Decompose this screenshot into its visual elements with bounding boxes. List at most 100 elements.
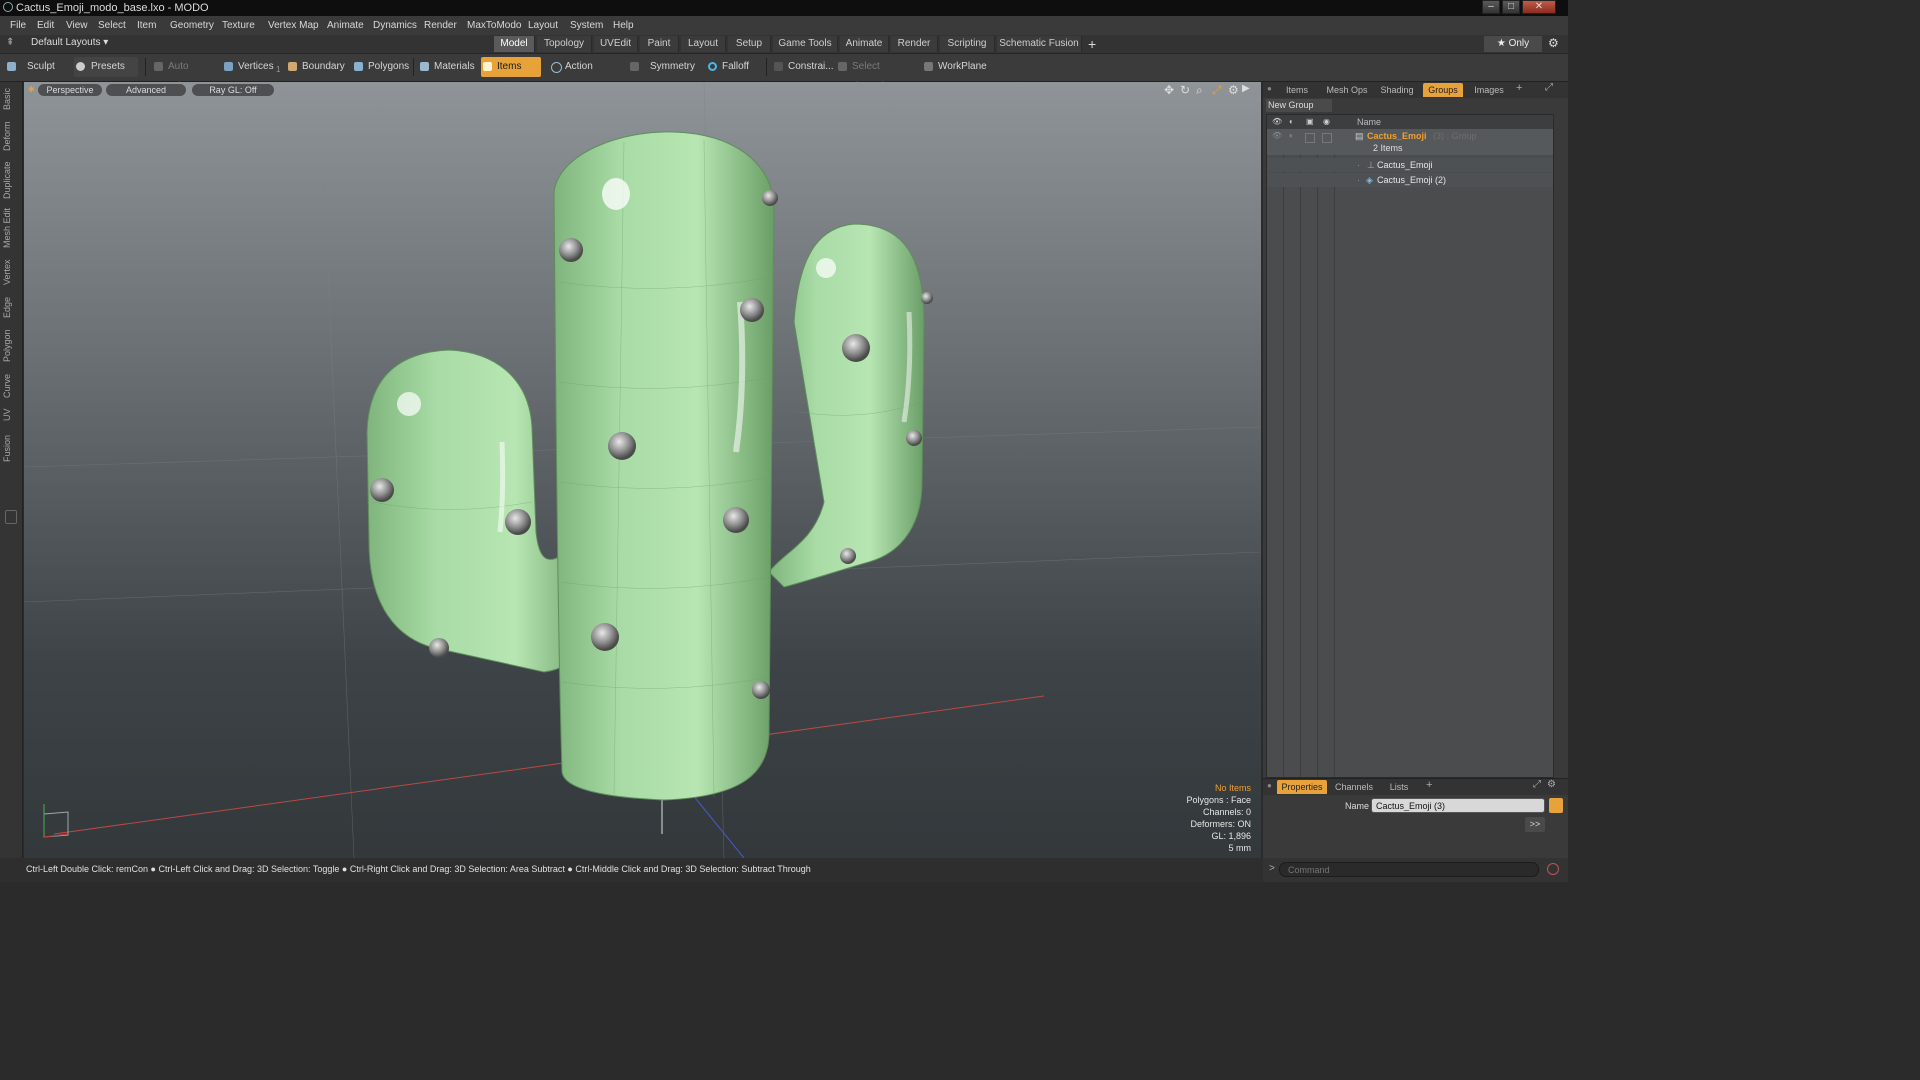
group-render-icon[interactable]: ◐	[1289, 129, 1294, 143]
tab-images[interactable]: Images	[1469, 83, 1509, 97]
tab-schematic-fusion[interactable]: Schematic Fusion	[997, 36, 1082, 52]
tab-topology[interactable]: Topology	[537, 36, 592, 52]
polygons-button[interactable]: Polygons	[352, 57, 410, 77]
add-props-tab-button[interactable]: +	[1426, 779, 1432, 791]
group-visibility-icon[interactable]: 👁	[1272, 129, 1282, 143]
menu-view[interactable]: View	[66, 16, 88, 35]
group-select-checkbox[interactable]	[1322, 133, 1332, 143]
constrain-button[interactable]: Constrai...	[772, 57, 834, 77]
fit-icon[interactable]: ⤢	[1212, 83, 1222, 98]
menu-dynamics[interactable]: Dynamics	[373, 16, 417, 35]
name-field[interactable]	[1371, 798, 1545, 813]
tab-fusion[interactable]: Fusion	[2, 430, 18, 466]
menu-layout[interactable]: Layout	[528, 16, 558, 35]
tab-lists[interactable]: Lists	[1381, 780, 1417, 794]
add-panel-tab-button[interactable]: +	[1516, 82, 1522, 94]
minimize-button[interactable]: ‒	[1482, 0, 1500, 14]
name-field-color-swatch[interactable]	[1549, 798, 1563, 813]
raygl-button[interactable]: Ray GL: Off	[192, 84, 274, 96]
boundary-button[interactable]: Boundary	[286, 57, 346, 77]
zoom-icon[interactable]: ⌕	[1196, 83, 1203, 98]
menu-maxtomodo[interactable]: MaxToModo	[467, 16, 521, 35]
name-column-header[interactable]: Name	[1357, 115, 1381, 129]
props-gear-icon[interactable]: ⚙	[1547, 779, 1556, 790]
layout-selector[interactable]: Default Layouts ▾	[31, 37, 108, 48]
tab-shading[interactable]: Shading	[1375, 83, 1419, 97]
rotate-icon[interactable]: ↻	[1180, 83, 1190, 97]
tab-layout[interactable]: Layout	[681, 36, 726, 52]
menu-item[interactable]: Item	[137, 16, 156, 35]
materials-button[interactable]: Materials	[418, 57, 476, 77]
tab-vertex[interactable]: Vertex	[2, 256, 18, 288]
new-group-button[interactable]: New Group	[1266, 99, 1332, 112]
view-mode-button[interactable]: Perspective	[38, 84, 102, 96]
tab-model[interactable]: Model	[494, 36, 535, 52]
group-child-row[interactable]: · ◈ Cactus_Emoji (2)	[1267, 173, 1553, 187]
workplane-button[interactable]: WorkPlane	[922, 57, 987, 77]
strip-toggle-button[interactable]	[5, 510, 17, 524]
tab-polygon[interactable]: Polygon	[2, 326, 18, 366]
tab-mesh-edit[interactable]: Mesh Edit	[2, 206, 18, 250]
tab-mesh-ops[interactable]: Mesh Ops	[1323, 83, 1371, 97]
menu-vertex-map[interactable]: Vertex Map	[268, 16, 319, 35]
viewport-menu-icon[interactable]: ✱	[28, 85, 35, 94]
select-through-button[interactable]: Select Through	[836, 57, 916, 92]
lock-column-icon[interactable]: ▣	[1306, 115, 1314, 129]
tab-animate[interactable]: Animate	[840, 36, 889, 52]
only-toggle[interactable]: ★ Only	[1484, 36, 1542, 52]
groups-tree[interactable]: 👁 ◐ ▣ ◉ Name 👁 ◐ ▤ Cactus_Emoji (3) : Gr…	[1266, 114, 1554, 778]
group-child-row[interactable]: · ⊥ Cactus_Emoji	[1267, 158, 1553, 172]
visibility-column-icon[interactable]: 👁	[1272, 115, 1282, 129]
props-menu-icon[interactable]: ●	[1267, 781, 1272, 790]
tab-duplicate[interactable]: Duplicate	[2, 160, 18, 200]
viewport-expand-icon[interactable]: ▶	[1242, 83, 1250, 94]
sculpt-button[interactable]: Sculpt	[5, 57, 67, 77]
tab-edge[interactable]: Edge	[2, 294, 18, 320]
tab-channels[interactable]: Channels	[1331, 780, 1377, 794]
menu-help[interactable]: Help	[613, 16, 634, 35]
scene-canvas[interactable]	[24, 82, 1261, 858]
tab-render[interactable]: Render	[891, 36, 938, 52]
maximize-button[interactable]: □	[1502, 0, 1520, 14]
menu-select[interactable]: Select	[98, 16, 126, 35]
action-center-button[interactable]: Action Center	[549, 57, 623, 92]
group-lock-checkbox[interactable]	[1305, 133, 1315, 143]
menu-file[interactable]: File	[10, 16, 26, 35]
tab-items[interactable]: Items	[1277, 83, 1317, 97]
3d-viewport[interactable]: Perspective Advanced Ray GL: Off ✱ ✥ ↻ ⌕…	[24, 82, 1261, 858]
tab-curve[interactable]: Curve	[2, 372, 18, 400]
expand-properties-button[interactable]: >>	[1525, 817, 1545, 832]
tab-uvedit[interactable]: UVEdit	[594, 36, 638, 52]
vertices-button[interactable]: Vertices	[222, 57, 278, 77]
tab-paint[interactable]: Paint	[640, 36, 679, 52]
menu-geometry[interactable]: Geometry	[170, 16, 214, 35]
panel-menu-icon[interactable]: ●	[1267, 84, 1272, 93]
gear-icon[interactable]: ⚙	[1548, 36, 1559, 50]
tab-scripting[interactable]: Scripting	[940, 36, 995, 52]
auto-select-button[interactable]: Auto Select	[152, 57, 216, 92]
group-row[interactable]: 👁 ◐ ▤ Cactus_Emoji (3) : Group 2 Items	[1267, 129, 1553, 155]
tab-properties[interactable]: Properties	[1277, 780, 1327, 794]
menu-edit[interactable]: Edit	[37, 16, 54, 35]
items-button[interactable]: Items	[481, 57, 541, 77]
command-history-icon[interactable]	[1547, 863, 1559, 875]
menu-animate[interactable]: Animate	[327, 16, 364, 35]
menu-texture[interactable]: Texture	[222, 16, 255, 35]
pan-icon[interactable]: ✥	[1164, 83, 1174, 97]
tab-game-tools[interactable]: Game Tools	[773, 36, 838, 52]
command-input[interactable]	[1279, 862, 1539, 877]
menu-system[interactable]: System	[570, 16, 603, 35]
cactus-model[interactable]	[366, 131, 925, 801]
settings-icon[interactable]: ⚙	[1228, 83, 1239, 97]
tab-setup[interactable]: Setup	[728, 36, 771, 52]
render-column-icon[interactable]: ◐	[1289, 115, 1294, 129]
tab-groups[interactable]: Groups	[1423, 83, 1463, 97]
menu-render[interactable]: Render	[424, 16, 457, 35]
panel-expand-icon[interactable]: ⤢	[1545, 82, 1553, 93]
add-tab-button[interactable]: +	[1088, 35, 1096, 53]
tab-basic[interactable]: Basic	[2, 86, 18, 112]
tab-uv[interactable]: UV	[2, 406, 18, 424]
props-expand-icon[interactable]: ⤢	[1533, 779, 1541, 790]
select-column-icon[interactable]: ◉	[1323, 115, 1330, 129]
layout-collapse-icon[interactable]: ⇞	[6, 37, 14, 48]
